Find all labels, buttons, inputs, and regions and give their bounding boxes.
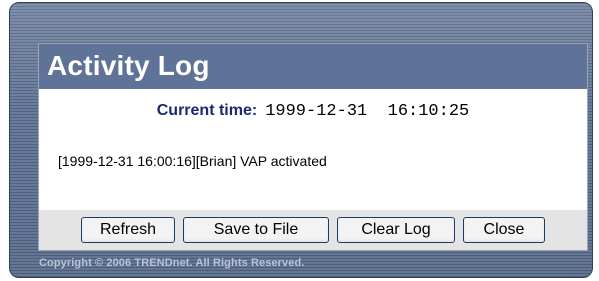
button-bar: Refresh Save to File Clear Log Close: [39, 210, 587, 250]
save-to-file-button[interactable]: Save to File: [183, 217, 329, 243]
clear-log-button[interactable]: Clear Log: [337, 217, 455, 243]
current-time-row: Current time: 1999-12-31 16:10:25: [39, 102, 587, 121]
copyright-text: Copyright © 2006 TRENDnet. All Rights Re…: [39, 257, 305, 269]
title-bar: Activity Log: [39, 44, 587, 91]
close-button[interactable]: Close: [463, 217, 545, 243]
refresh-button[interactable]: Refresh: [81, 217, 175, 243]
current-time-value: 1999-12-31 16:10:25: [265, 102, 470, 121]
activity-log-panel: Activity Log Current time: 1999-12-31 16:…: [38, 43, 588, 251]
log-entry: [1999-12-31 16:00:16][Brian] VAP activat…: [58, 153, 327, 169]
current-time-label: Current time:: [156, 102, 258, 119]
page-title: Activity Log: [47, 50, 210, 81]
dialog-frame: Activity Log Current time: 1999-12-31 16:…: [9, 2, 593, 278]
log-list: [1999-12-31 16:00:16][Brian] VAP activat…: [58, 152, 568, 170]
